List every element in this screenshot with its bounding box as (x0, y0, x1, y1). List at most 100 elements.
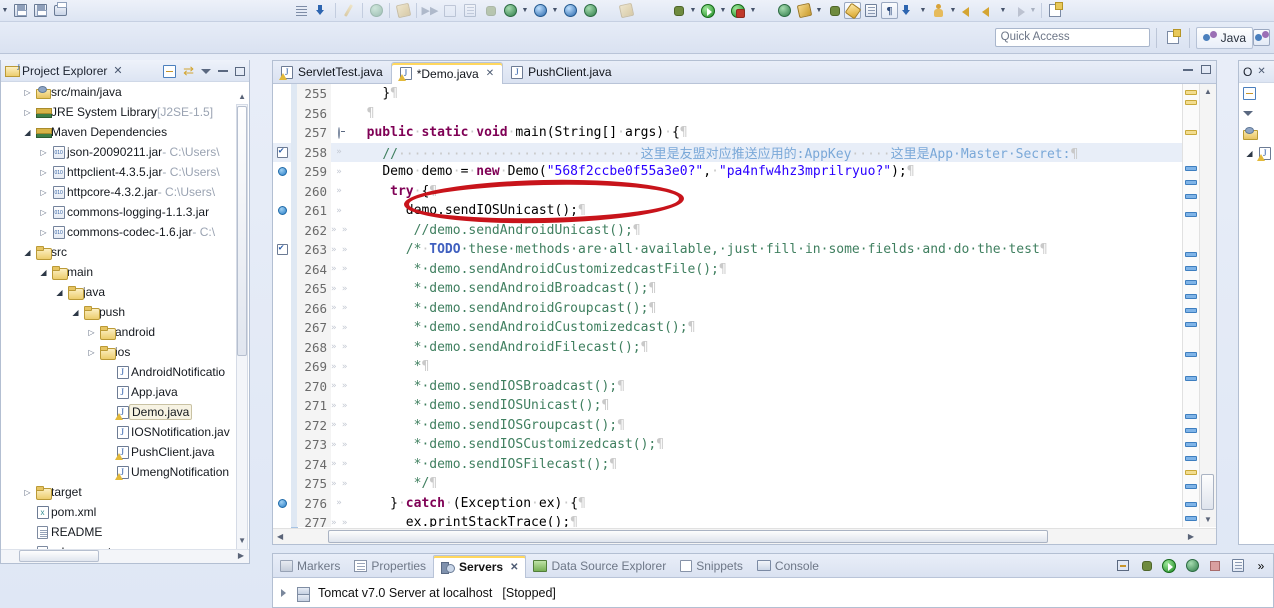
overview-marker[interactable] (1185, 212, 1197, 217)
stop-server-icon[interactable] (1207, 558, 1223, 573)
open-browser-icon[interactable] (560, 2, 580, 20)
print-icon[interactable] (50, 2, 70, 20)
gutter-marker-262[interactable] (273, 221, 291, 241)
bottom-tab-properties[interactable]: Properties (347, 554, 433, 577)
code-line-264[interactable]: 264» » *·demo.sendAndroidCustomizedcastF… (273, 259, 1182, 280)
tree-item-androidnotificatio[interactable]: AndroidNotificatio (1, 362, 249, 382)
tree-item-commons-codec-1-6-jar[interactable]: ▷ commons-codec-1.6.jar - C:\ (1, 222, 249, 242)
scroll-right-arrow[interactable]: ▶ (238, 551, 244, 560)
save-icon[interactable] (10, 2, 30, 20)
editor-hscroll-thumb[interactable] (328, 530, 1048, 543)
breakpoint-icon[interactable] (277, 167, 287, 177)
outline-collapse-all-icon[interactable] (1243, 86, 1256, 100)
twisty-collapsed-icon[interactable]: ▷ (21, 488, 34, 497)
editor-scroll-left-arrow[interactable]: ◀ (277, 532, 283, 541)
next-annotation-dropdown-arrow[interactable]: ▼ (918, 2, 928, 20)
search-icon[interactable] (794, 2, 814, 20)
editor-minimize-icon[interactable] (1183, 68, 1193, 71)
next-annotation-icon[interactable] (898, 2, 918, 20)
gutter-marker-272[interactable] (273, 416, 291, 436)
tree-item-src[interactable]: ◢ src (1, 242, 249, 262)
new-html-icon[interactable] (366, 2, 386, 20)
overview-marker[interactable] (1185, 442, 1197, 447)
back-dropdown-arrow[interactable]: ▼ (998, 2, 1008, 20)
overview-marker[interactable] (1185, 166, 1197, 171)
outline-view-menu-icon[interactable] (1243, 110, 1253, 116)
servers-list[interactable]: Tomcat v7.0 Server at localhost [Stopped] (273, 578, 1273, 608)
fold-marker[interactable]: » » (331, 381, 347, 391)
gutter-marker-263[interactable] (273, 240, 291, 260)
tree-item-iosnotification-jav[interactable]: IOSNotification.jav (1, 422, 249, 442)
open-type-icon[interactable] (774, 2, 794, 20)
overview-marker[interactable] (1185, 376, 1197, 381)
gutter-marker-260[interactable] (273, 182, 291, 202)
fold-marker[interactable]: » (331, 167, 347, 177)
twisty-collapsed-icon[interactable]: ▷ (37, 148, 50, 157)
start-server-icon[interactable] (1161, 558, 1177, 573)
overview-marker[interactable] (1185, 308, 1197, 313)
perspective-tab-other[interactable] (1253, 29, 1270, 46)
gutter-marker-266[interactable] (273, 299, 291, 319)
tree-item-push[interactable]: ◢ push (1, 302, 249, 322)
new-jsp-icon[interactable] (339, 2, 359, 20)
gutter-marker-264[interactable] (273, 260, 291, 280)
code-line-272[interactable]: 272» » *·demo.sendIOSGroupcast();¶ (273, 415, 1182, 436)
code-line-274[interactable]: 274» » *·demo.sendIOSFilecast();¶ (273, 454, 1182, 474)
editor-scroll-up-arrow[interactable]: ▲ (1204, 87, 1212, 96)
tree-item-java[interactable]: ◢ java (1, 282, 249, 302)
tree-item-httpclient-4-3-5-jar[interactable]: ▷ httpclient-4.3.5.jar - C:\Users\ (1, 162, 249, 182)
previous-annotation-icon[interactable] (928, 2, 948, 20)
editor-tab-servlettest-java[interactable]: ServletTest.java (273, 61, 391, 83)
outline-item[interactable] (1239, 123, 1274, 143)
fold-marker[interactable]: » » (331, 342, 347, 352)
overview-marker[interactable] (1185, 352, 1197, 357)
tree-item-pushclient-java[interactable]: PushClient.java (1, 442, 249, 462)
fold-marker[interactable]: » » (331, 420, 347, 430)
back-icon[interactable] (978, 2, 998, 20)
fold-marker[interactable]: » » (331, 264, 347, 274)
editor-maximize-icon[interactable] (1201, 65, 1211, 74)
run-server-dropdown-arrow[interactable]: ▼ (748, 2, 758, 20)
editor-hscrollbar[interactable]: ◀ ▶ (273, 528, 1216, 544)
open-perspective-icon[interactable] (1163, 29, 1183, 47)
code-line-257[interactable]: 257 public·static·void·main(String[]·arg… (273, 123, 1182, 143)
maximize-icon[interactable] (235, 66, 245, 76)
overview-marker[interactable] (1185, 322, 1197, 327)
debug-dropdown-arrow[interactable]: ▼ (688, 2, 698, 20)
editor-tab-pushclient-java[interactable]: PushClient.java (503, 61, 619, 83)
code-line-275[interactable]: 275» » */¶ (273, 474, 1182, 494)
code-line-276[interactable]: 276» }·catch·(Exception·ex)·{¶ (273, 493, 1182, 513)
gutter-marker-275[interactable] (273, 474, 291, 494)
tree-item-ios[interactable]: ▷ ios (1, 342, 249, 362)
overview-marker[interactable] (1185, 428, 1197, 433)
code-line-258[interactable]: 258» //·······························这里… (273, 142, 1182, 163)
tree-item-android[interactable]: ▷ android (1, 322, 249, 342)
server-row-twisty-icon[interactable] (281, 589, 286, 597)
quick-access-input[interactable]: Quick Access (994, 28, 1150, 47)
profile-server-icon[interactable] (1184, 558, 1200, 573)
tree-item-commons-logging-1-1-3-jar[interactable]: ▷ commons-logging-1.1.3.jar (1, 202, 249, 222)
view-menu-icon[interactable] (201, 68, 211, 74)
code-line-260[interactable]: 260» try·{¶ (273, 181, 1182, 202)
gutter-marker-269[interactable] (273, 357, 291, 377)
deploy-icon[interactable] (580, 2, 600, 20)
twisty-collapsed-icon[interactable]: ▷ (37, 228, 50, 237)
tree-item-maven-dependencies[interactable]: ◢ Maven Dependencies (1, 122, 249, 142)
overview-marker[interactable] (1185, 294, 1197, 299)
scroll-up-arrow[interactable]: ▲ (238, 92, 246, 101)
todo-marker-icon[interactable] (276, 146, 288, 158)
debug-icon[interactable] (668, 2, 688, 20)
tree-item-umengnotification[interactable]: UmengNotification (1, 462, 249, 482)
todo-marker-icon[interactable] (276, 243, 288, 256)
tree-item-target[interactable]: ▷ target (1, 482, 249, 502)
overview-marker[interactable] (1185, 252, 1197, 257)
tree-item-json-20090211-jar[interactable]: ▷ json-20090211.jar - C:\Users\ (1, 142, 249, 162)
previous-annotation-dropdown-arrow[interactable]: ▼ (948, 2, 958, 20)
tree-item-main[interactable]: ◢ main (1, 262, 249, 282)
forward-icon[interactable] (1008, 2, 1028, 20)
code-line-277[interactable]: 277» » ex.printStackTrace();¶ (273, 513, 1182, 527)
gutter-marker-258[interactable] (273, 143, 291, 163)
outline-item[interactable]: ◢ (1239, 143, 1274, 163)
twisty-collapsed-icon[interactable]: ▷ (37, 188, 50, 197)
twisty-collapsed-icon[interactable]: ▷ (85, 348, 98, 357)
